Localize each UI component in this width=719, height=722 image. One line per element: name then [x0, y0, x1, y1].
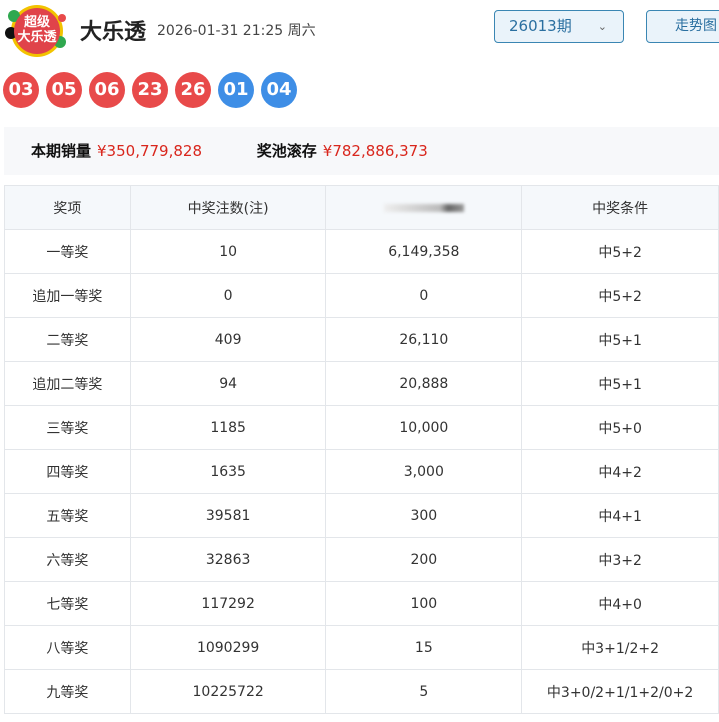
red-ball: 23: [132, 72, 168, 108]
issue-select[interactable]: 26013期 ⌄: [494, 10, 624, 43]
table-row: 三等奖 1185 10,000 中5+0: [4, 405, 719, 450]
red-ball: 26: [175, 72, 211, 108]
prize-amount: 5: [325, 669, 523, 714]
red-ball: 06: [89, 72, 125, 108]
winner-count: 0: [129, 273, 327, 318]
win-condition: 中5+1: [521, 317, 719, 362]
prize-amount: 3,000: [325, 449, 523, 494]
table-row: 四等奖 1635 3,000 中4+2: [4, 449, 719, 494]
sales-value: ¥350,779,828: [97, 142, 202, 160]
table-header: 奖项 中奖注数(注) 中奖条件: [4, 185, 719, 230]
trend-chart-button[interactable]: 走势图: [646, 10, 719, 43]
svg-text:大乐透: 大乐透: [17, 29, 56, 45]
prize-amount: 100: [325, 581, 523, 626]
prize-name: 一等奖: [4, 229, 131, 274]
prize-amount: 20,888: [325, 361, 523, 406]
svg-text:超级: 超级: [24, 14, 51, 30]
prize-amount: 0: [325, 273, 523, 318]
winner-count: 117292: [129, 581, 327, 626]
prize-name: 三等奖: [4, 405, 131, 450]
winner-count: 10225722: [129, 669, 327, 714]
prize-amount: 26,110: [325, 317, 523, 362]
pool-value: ¥782,886,373: [322, 142, 428, 160]
sales-summary: 本期销量 ¥350,779,828 奖池滚存 ¥782,886,373: [4, 127, 719, 175]
blue-ball: 04: [261, 72, 297, 108]
winner-count: 1635: [129, 449, 327, 494]
prize-name: 四等奖: [4, 449, 131, 494]
prize-amount: 300: [325, 493, 523, 538]
blurred-header: [383, 203, 464, 212]
table-row: 六等奖 32863 200 中3+2: [4, 537, 719, 582]
lottery-logo: 超级 大乐透: [5, 5, 66, 57]
win-condition: 中5+2: [521, 229, 719, 274]
prize-amount: 200: [325, 537, 523, 582]
win-condition: 中3+2: [521, 537, 719, 582]
prize-table: 奖项 中奖注数(注) 中奖条件 一等奖 10 6,149,358 中5+2 追加一等奖 0…: [4, 185, 719, 714]
prize-name: 六等奖: [4, 537, 131, 582]
prize-amount: 10,000: [325, 405, 523, 450]
winner-count: 10: [129, 229, 327, 274]
prize-name: 五等奖: [4, 493, 131, 538]
prize-name: 九等奖: [4, 669, 131, 714]
prize-name: 追加二等奖: [4, 361, 131, 406]
prize-name: 七等奖: [4, 581, 131, 626]
chevron-down-icon: ⌄: [597, 20, 607, 33]
page-title: 大乐透: [80, 20, 147, 45]
red-ball: 05: [46, 72, 82, 108]
table-row: 五等奖 39581 300 中4+1: [4, 493, 719, 538]
winning-numbers: 03 05 06 23 26 01 04: [3, 72, 297, 108]
win-condition: 中3+1/2+2: [521, 625, 719, 670]
header-prize: 奖项: [4, 185, 131, 230]
table-row: 二等奖 409 26,110 中5+1: [4, 317, 719, 362]
table-row: 追加一等奖 0 0 中5+2: [4, 273, 719, 318]
draw-datetime: 2026-01-31 21:25 周六: [157, 23, 316, 39]
win-condition: 中5+0: [521, 405, 719, 450]
header-amount: [325, 185, 523, 230]
issue-select-value: 26013期: [509, 17, 572, 35]
red-ball: 03: [3, 72, 39, 108]
prize-name: 追加一等奖: [4, 273, 131, 318]
table-row: 八等奖 1090299 15 中3+1/2+2: [4, 625, 719, 670]
table-row: 七等奖 117292 100 中4+0: [4, 581, 719, 626]
blue-ball: 01: [218, 72, 254, 108]
winner-count: 94: [129, 361, 327, 406]
header-count: 中奖注数(注): [129, 185, 327, 230]
win-condition: 中4+2: [521, 449, 719, 494]
sales-label: 本期销量: [31, 142, 92, 160]
win-condition: 中4+1: [521, 493, 719, 538]
prize-name: 二等奖: [4, 317, 131, 362]
prize-amount: 15: [325, 625, 523, 670]
table-row: 九等奖 10225722 5 中3+0/2+1/1+2/0+2: [4, 669, 719, 714]
table-row: 追加二等奖 94 20,888 中5+1: [4, 361, 719, 406]
winner-count: 409: [129, 317, 327, 362]
prize-amount: 6,149,358: [325, 229, 523, 274]
prize-name: 八等奖: [4, 625, 131, 670]
table-row: 一等奖 10 6,149,358 中5+2: [4, 229, 719, 274]
win-condition: 中5+2: [521, 273, 719, 318]
winner-count: 1090299: [129, 625, 327, 670]
winner-count: 32863: [129, 537, 327, 582]
winner-count: 39581: [129, 493, 327, 538]
header-condition: 中奖条件: [521, 185, 719, 230]
pool-label: 奖池滚存: [256, 142, 317, 160]
win-condition: 中4+0: [521, 581, 719, 626]
win-condition: 中3+0/2+1/1+2/0+2: [521, 669, 719, 714]
winner-count: 1185: [129, 405, 327, 450]
win-condition: 中5+1: [521, 361, 719, 406]
